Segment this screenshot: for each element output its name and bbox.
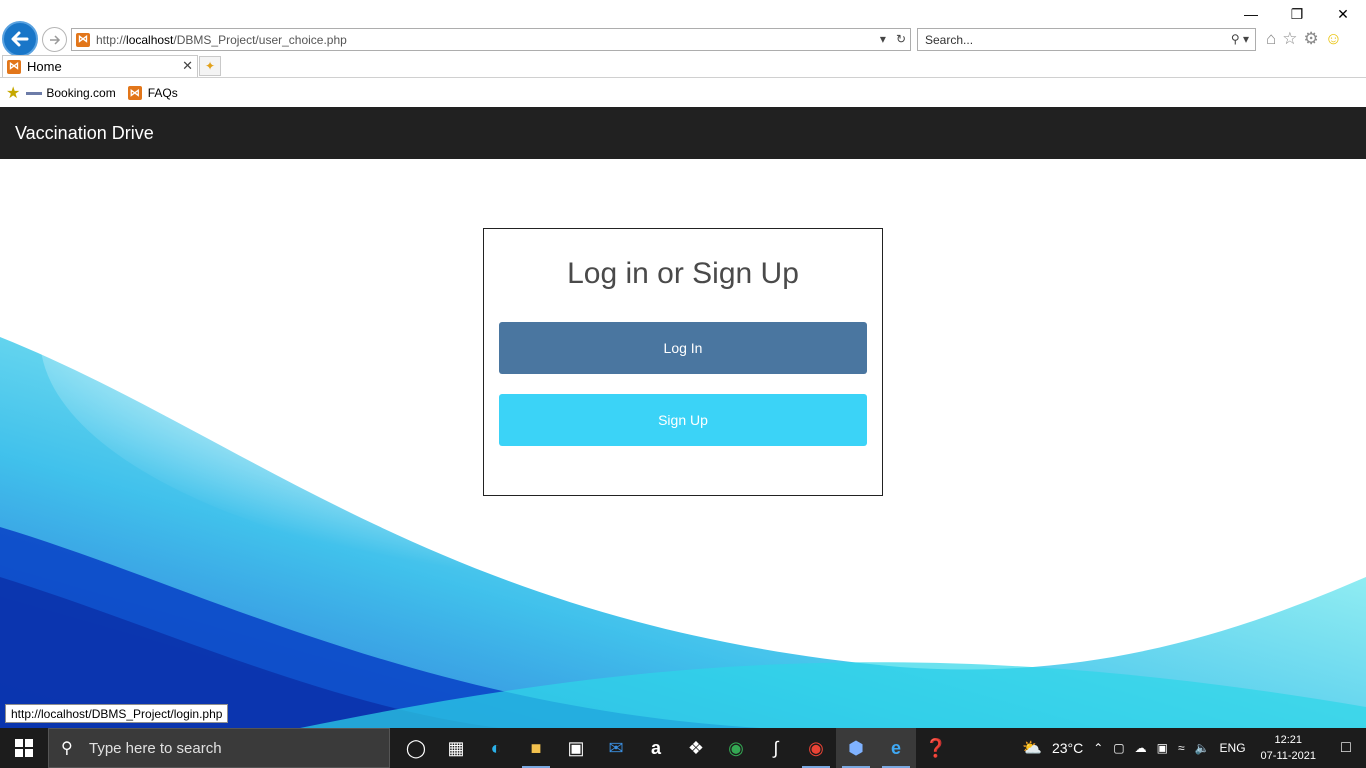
notification-icon[interactable]: □ [1326, 728, 1366, 768]
toolbar-icons: ⌂ ☆ ⚙ ☺ [1266, 29, 1342, 49]
chrome-profile-icon[interactable]: ◉ [796, 728, 836, 768]
tab-title: Home [27, 59, 62, 74]
windows-logo-icon [15, 739, 33, 757]
internet-explorer-icon[interactable]: e [876, 728, 916, 768]
smiley-feedback-icon[interactable]: ☺ [1325, 29, 1342, 49]
windows-taskbar: ⚲ Type here to search ◯ ▦ ◐ ■ ▣ ✉ a ❖ ◉ … [0, 728, 1366, 768]
address-bar[interactable]: ⋈ http:// localhost /DBMS_Project/user_c… [71, 28, 911, 51]
weather-icon[interactable]: ⛅ [1022, 738, 1042, 758]
signup-button[interactable]: Sign Up [499, 394, 867, 446]
favorite-label: FAQs [147, 86, 178, 100]
favorite-faqs[interactable]: ⋈ FAQs [124, 86, 178, 100]
close-tab-icon[interactable]: ✕ [182, 58, 193, 74]
favorite-label: Booking.com [46, 86, 116, 100]
display-icon[interactable]: ▣ [1157, 741, 1168, 755]
address-tools: ▾ ↻ [880, 32, 906, 46]
forward-arrow-icon [49, 34, 60, 45]
search-icon: ⚲ [61, 740, 73, 757]
system-tray: ⛅ 23°C ⌃ ▢ ☁ ▣ ≈ 🔈 ENG 12:21 07-11-2021 … [1017, 728, 1366, 768]
mail-icon[interactable]: ✉ [596, 728, 636, 768]
dropdown-icon[interactable]: ▾ [880, 32, 886, 46]
auth-choice-card: Log in or Sign Up Log In Sign Up [483, 228, 883, 496]
taskbar-apps: ◯ ▦ ◐ ■ ▣ ✉ a ❖ ◉ ∫ ◉ ⬢ e ❓ [396, 728, 956, 768]
weather-temp[interactable]: 23°C [1052, 740, 1083, 756]
help-icon[interactable]: ❓ [916, 728, 956, 768]
favorite-booking[interactable]: Booking.com [26, 86, 116, 100]
favorites-bar: ★ Booking.com ⋈ FAQs [0, 81, 186, 105]
taskbar-search-input[interactable]: ⚲ Type here to search [48, 728, 390, 768]
browser-chrome: — ❐ ✕ ⋈ http:// localhost /DBMS_Project/… [0, 0, 1366, 107]
cortana-icon[interactable]: ◯ [396, 728, 436, 768]
dropbox-icon[interactable]: ❖ [676, 728, 716, 768]
start-button[interactable] [0, 728, 48, 768]
forward-button[interactable] [42, 27, 67, 52]
refresh-icon[interactable]: ↻ [896, 32, 906, 46]
window-controls: — ❐ ✕ [1228, 0, 1366, 28]
settings-gear-icon[interactable]: ⚙ [1304, 29, 1319, 49]
web-page: Vaccination Drive Log in or Sign Up Log … [0, 107, 1366, 728]
url-path: /DBMS_Project/user_choice.php [173, 32, 347, 47]
chevron-up-icon[interactable]: ⌃ [1093, 741, 1103, 755]
restore-button[interactable]: ❐ [1274, 0, 1320, 28]
new-tab-button[interactable]: ✦ [199, 56, 221, 76]
meet-now-icon[interactable]: ▢ [1113, 741, 1124, 755]
top-navbar: Vaccination Drive [0, 107, 1366, 159]
brand-title[interactable]: Vaccination Drive [15, 123, 154, 144]
back-button[interactable] [2, 21, 38, 57]
xampp-icon: ⋈ [76, 32, 90, 47]
tabbar-divider [0, 77, 1366, 78]
favorites-add-icon[interactable]: ★ [6, 83, 20, 103]
language-indicator[interactable]: ENG [1220, 741, 1246, 755]
clock[interactable]: 12:21 07-11-2021 [1261, 732, 1316, 764]
close-window-button[interactable]: ✕ [1320, 0, 1366, 28]
file-explorer-icon[interactable]: ■ [516, 728, 556, 768]
url-prefix: http:// [96, 32, 127, 47]
search-placeholder: Search... [925, 32, 974, 47]
clock-time: 12:21 [1274, 734, 1303, 746]
store-icon[interactable]: ▣ [556, 728, 596, 768]
task-view-icon[interactable]: ▦ [436, 728, 476, 768]
home-icon[interactable]: ⌂ [1266, 29, 1276, 49]
volume-icon[interactable]: 🔈 [1195, 741, 1210, 755]
booking-icon [26, 91, 43, 95]
search-icon[interactable]: ⚲ ▾ [1231, 32, 1249, 46]
sublime-icon[interactable]: ∫ [756, 728, 796, 768]
chrome-icon[interactable]: ◉ [716, 728, 756, 768]
xampp-icon: ⋈ [127, 86, 142, 100]
url-host: localhost [126, 32, 174, 47]
clock-date: 07-11-2021 [1260, 750, 1316, 762]
xampp-icon: ⋈ [7, 59, 21, 74]
amazon-icon[interactable]: a [636, 728, 676, 768]
taskbar-search-placeholder: Type here to search [89, 739, 222, 757]
virtualbox-icon[interactable]: ⬢ [836, 728, 876, 768]
wifi-icon[interactable]: ≈ [1178, 741, 1185, 755]
edge-icon[interactable]: ◐ [476, 728, 516, 768]
minimize-button[interactable]: — [1228, 0, 1274, 28]
tab-home[interactable]: ⋈ Home ✕ [2, 55, 198, 77]
status-bar-url: http://localhost/DBMS_Project/login.php [5, 704, 229, 723]
browser-search-input[interactable]: Search... ⚲ ▾ [917, 28, 1256, 51]
back-arrow-icon [11, 31, 29, 47]
card-title: Log in or Sign Up [567, 257, 799, 290]
favorites-star-icon[interactable]: ☆ [1282, 29, 1297, 49]
login-button[interactable]: Log In [499, 322, 867, 374]
onedrive-icon[interactable]: ☁ [1135, 741, 1147, 755]
